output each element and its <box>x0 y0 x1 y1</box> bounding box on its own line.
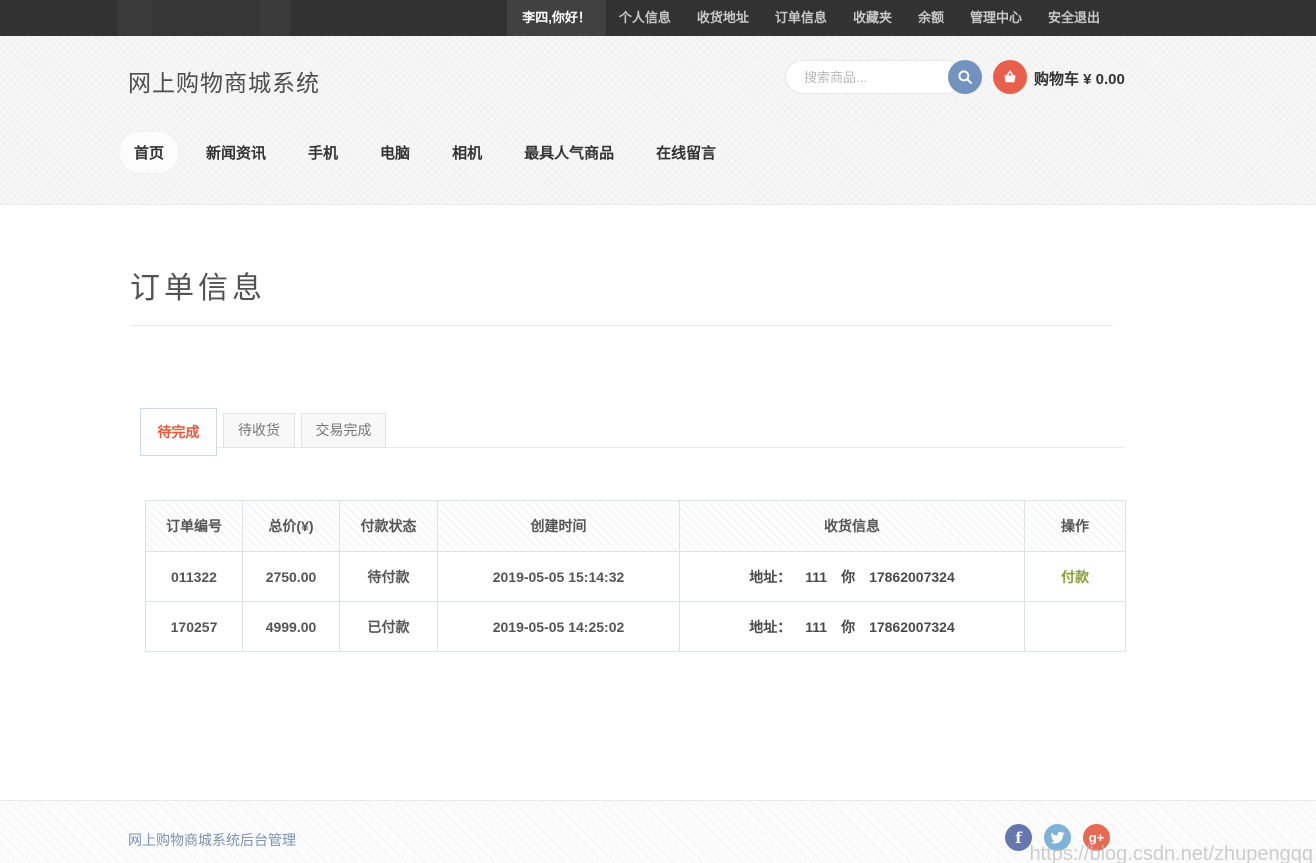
topbar-deco-block <box>260 0 290 36</box>
site-title[interactable]: 网上购物商城系统 <box>128 64 320 98</box>
table-header-row: 订单编号 总价(¥) 付款状态 创建时间 收货信息 操作 <box>146 501 1126 552</box>
col-created: 创建时间 <box>438 501 680 552</box>
payment-status: 待付款 <box>340 552 438 602</box>
nav-item-phones[interactable]: 手机 <box>294 132 352 173</box>
col-shipping-info: 收货信息 <box>680 501 1025 552</box>
cart-total[interactable]: 购物车 ¥ 0.00 <box>1034 68 1125 89</box>
order-number[interactable]: 170257 <box>146 602 243 652</box>
admin-backend-link[interactable]: 网上购物商城系统后台管理 <box>128 830 296 850</box>
facebook-icon[interactable]: f <box>1005 824 1032 851</box>
receiver-name: 你 <box>841 569 855 585</box>
col-order-no: 订单编号 <box>146 501 243 552</box>
order-number[interactable]: 011322 <box>146 552 243 602</box>
cart-button[interactable] <box>993 60 1027 94</box>
topbar: 李四,你好！ 个人信息 收货地址 订单信息 收藏夹 余额 管理中心 安全退出 <box>0 0 1316 36</box>
topbar-item-orders[interactable]: 订单信息 <box>762 0 840 36</box>
search-input[interactable] <box>785 60 963 94</box>
topbar-item-admin-center[interactable]: 管理中心 <box>957 0 1035 36</box>
col-status: 付款状态 <box>340 501 438 552</box>
topbar-item-balance[interactable]: 余额 <box>905 0 957 36</box>
shipping-info: 地址： 111 你 17862007324 <box>680 552 1025 602</box>
user-greeting[interactable]: 李四,你好！ <box>507 0 606 36</box>
nav-item-home[interactable]: 首页 <box>120 132 178 173</box>
topbar-item-logout[interactable]: 安全退出 <box>1035 0 1113 36</box>
order-total: 4999.00 <box>243 602 340 652</box>
topbar-deco-block <box>152 0 260 36</box>
payment-status: 已付款 <box>340 602 438 652</box>
created-time: 2019-05-05 15:14:32 <box>438 552 680 602</box>
title-divider <box>130 325 1113 326</box>
header: 网上购物商城系统 购物车 ¥ 0.00 首页 新闻资讯 手机 电脑 相机 最具人… <box>0 36 1316 205</box>
tab-pending[interactable]: 待完成 <box>140 408 217 456</box>
topbar-item-favorites[interactable]: 收藏夹 <box>840 0 905 36</box>
page: 李四,你好！ 个人信息 收货地址 订单信息 收藏夹 余额 管理中心 安全退出 网… <box>0 0 1316 863</box>
nav-item-computers[interactable]: 电脑 <box>366 132 424 173</box>
search-icon <box>956 68 974 86</box>
col-actions: 操作 <box>1025 501 1126 552</box>
topbar-menu: 李四,你好！ 个人信息 收货地址 订单信息 收藏夹 余额 管理中心 安全退出 <box>507 0 1113 36</box>
tab-completed[interactable]: 交易完成 <box>301 413 386 448</box>
nav-item-news[interactable]: 新闻资讯 <box>192 132 280 173</box>
actions-cell <box>1025 602 1126 652</box>
shipping-info: 地址： 111 你 17862007324 <box>680 602 1025 652</box>
topbar-deco-block <box>118 0 152 36</box>
created-time: 2019-05-05 14:25:02 <box>438 602 680 652</box>
page-title: 订单信息 <box>130 263 266 307</box>
table-row: 170257 4999.00 已付款 2019-05-05 14:25:02 地… <box>146 602 1126 652</box>
address-label: 地址： <box>749 619 791 635</box>
nav-item-popular[interactable]: 最具人气商品 <box>510 132 628 173</box>
address-value: 111 <box>805 619 827 635</box>
main-content: 订单信息 待完成 待收货 交易完成 订单编号 总价(¥) 付款状态 创建时间 收… <box>0 205 1316 800</box>
order-tabs: 待完成 待收货 交易完成 <box>140 408 1125 460</box>
col-total: 总价(¥) <box>243 501 340 552</box>
address-value: 111 <box>805 569 827 585</box>
address-label: 地址： <box>749 569 791 585</box>
tab-awaiting-delivery[interactable]: 待收货 <box>223 413 295 448</box>
nav-item-messages[interactable]: 在线留言 <box>642 132 730 173</box>
table-row: 011322 2750.00 待付款 2019-05-05 15:14:32 地… <box>146 552 1126 602</box>
receiver-phone: 17862007324 <box>869 569 955 585</box>
facebook-glyph: f <box>1015 829 1021 847</box>
nav-item-cameras[interactable]: 相机 <box>438 132 496 173</box>
receiver-name: 你 <box>841 619 855 635</box>
order-total: 2750.00 <box>243 552 340 602</box>
main-nav: 首页 新闻资讯 手机 电脑 相机 最具人气商品 在线留言 <box>120 132 744 173</box>
topbar-item-profile[interactable]: 个人信息 <box>606 0 684 36</box>
receiver-phone: 17862007324 <box>869 619 955 635</box>
topbar-item-shipping-address[interactable]: 收货地址 <box>684 0 762 36</box>
cart-basket-icon <box>1001 68 1019 86</box>
search-button[interactable] <box>948 60 982 94</box>
pay-link[interactable]: 付款 <box>1061 569 1089 585</box>
orders-table: 订单编号 总价(¥) 付款状态 创建时间 收货信息 操作 011322 2750… <box>145 500 1126 652</box>
actions-cell: 付款 <box>1025 552 1126 602</box>
watermark-url: https://blog.csdn.net/zhupengqq <box>1029 843 1313 863</box>
